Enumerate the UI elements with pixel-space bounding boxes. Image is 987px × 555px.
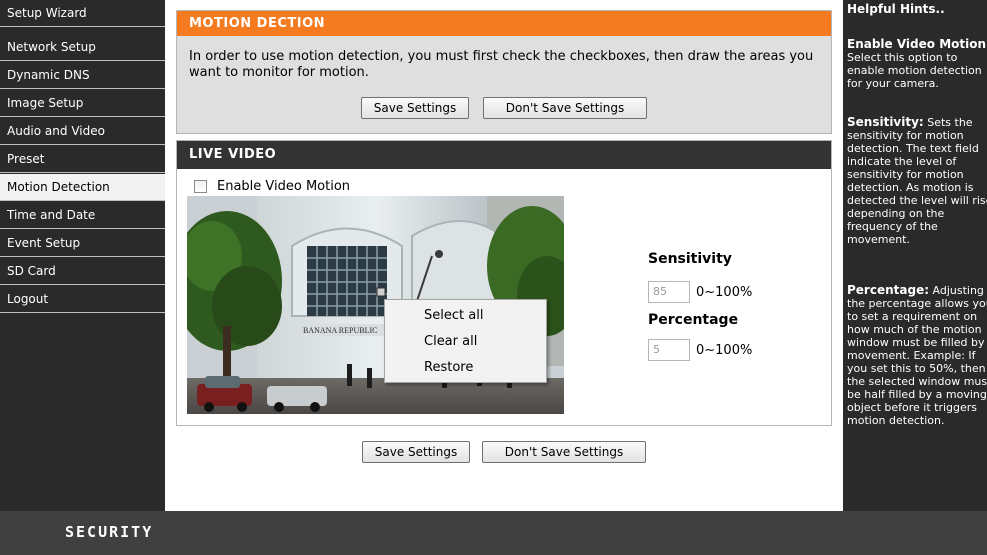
sidebar-item-event-setup[interactable]: Event Setup [0,230,165,257]
enable-video-motion-checkbox[interactable] [194,180,207,193]
context-menu-select-all[interactable]: Select all [385,303,546,329]
hint-enable-video-motion: Enable Video Motion: Select this option … [847,37,987,91]
hint-sensitivity-heading: Sensitivity: [847,115,924,129]
percentage-input[interactable]: 5 [648,339,690,361]
sidebar-item-audio-video[interactable]: Audio and Video [0,118,165,145]
sidebar-item-sd-card[interactable]: SD Card [0,258,165,285]
sidebar-item-preset[interactable]: Preset [0,146,165,173]
bottom-dont-save-settings-button[interactable]: Don't Save Settings [482,441,646,463]
dont-save-settings-button[interactable]: Don't Save Settings [483,97,647,119]
context-menu-clear-all[interactable]: Clear all [385,329,546,355]
percentage-range-label: 0~100% [696,343,753,358]
motion-description: In order to use motion detection, you mu… [189,49,814,80]
sidebar-nav: Setup Wizard Network Setup Dynamic DNS I… [0,0,165,511]
footer-brand-text: SECURITY [65,523,154,541]
hint-enable-text: Select this option to enable motion dete… [847,51,982,90]
bottom-save-settings-button[interactable]: Save Settings [362,441,470,463]
sidebar-item-image-setup[interactable]: Image Setup [0,90,165,117]
sidebar-item-network-setup[interactable]: Network Setup [0,34,165,61]
sensitivity-input[interactable]: 85 [648,281,690,303]
motion-detection-panel: MOTION DECTION In order to use motion de… [176,10,832,134]
helpful-hints-panel: Helpful Hints.. Enable Video Motion: Sel… [843,0,987,511]
hint-percentage: Percentage: Adjusting the percentage all… [847,283,987,428]
sensitivity-label: Sensitivity [648,251,732,267]
sidebar-item-motion-detection[interactable]: Motion Detection [0,174,165,201]
live-panel-title: LIVE VIDEO [177,141,831,169]
sensitivity-range-label: 0~100% [696,285,753,300]
app-window: Setup Wizard Network Setup Dynamic DNS I… [0,0,987,555]
motion-panel-title: MOTION DECTION [177,11,831,36]
enable-video-motion-label: Enable Video Motion [217,179,351,194]
hint-percentage-heading: Percentage: [847,283,930,297]
helpful-hints-title: Helpful Hints.. [847,2,945,16]
hint-percentage-text: Adjusting the percentage allows you to s… [847,284,987,427]
main-content: MOTION DECTION In order to use motion de… [165,0,843,511]
sidebar-item-logout[interactable]: Logout [0,286,165,313]
hint-sensitivity-text: Sets the sensitivity for motion detectio… [847,116,987,246]
sidebar-item-time-date[interactable]: Time and Date [0,202,165,229]
percentage-label: Percentage [648,312,739,328]
footer-bar: SECURITY [0,511,987,555]
sidebar-item-dynamic-dns[interactable]: Dynamic DNS [0,62,165,89]
sidebar-item-setup-wizard[interactable]: Setup Wizard [0,0,165,27]
hint-sensitivity: Sensitivity: Sets the sensitivity for mo… [847,115,987,247]
save-settings-button[interactable]: Save Settings [361,97,469,119]
context-menu-restore[interactable]: Restore [385,355,546,381]
context-menu: Select all Clear all Restore [384,299,547,383]
hint-enable-heading: Enable Video Motion: [847,37,987,51]
store-sign-text: BANANA REPUBLIC [303,326,377,335]
